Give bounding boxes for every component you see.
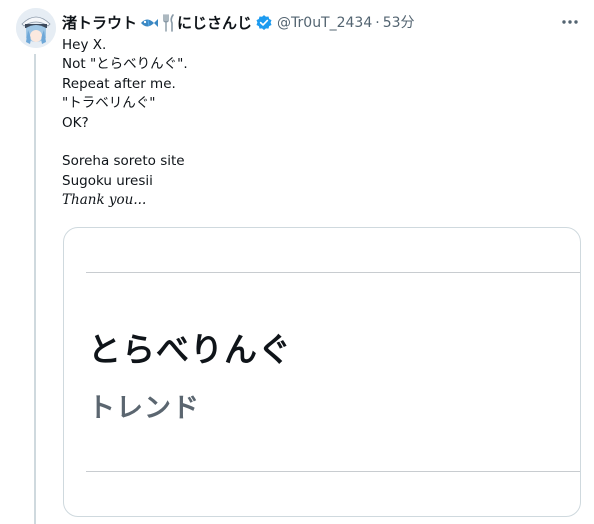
trend-title: とらべりんぐ	[88, 330, 292, 369]
attached-image[interactable]: とらべりんぐ トレンド	[63, 227, 581, 517]
trend-label: トレンド	[88, 393, 200, 424]
fish-icon	[139, 15, 159, 31]
tweet-text-line: OK?	[62, 114, 89, 131]
tweet-text-line: "トラベリんぐ"	[62, 95, 156, 112]
author-display-name-suffix[interactable]: にじさんじ	[177, 13, 252, 33]
fork-knife-icon	[161, 14, 177, 32]
more-options-icon[interactable]	[560, 12, 580, 32]
verified-badge-icon	[255, 14, 273, 32]
author-display-name[interactable]: 渚トラウト	[62, 13, 137, 33]
tweet-text-line: Repeat after me.	[62, 75, 176, 92]
thread-line	[34, 54, 36, 524]
image-divider	[86, 272, 580, 273]
tweet-text-line: Not "とらべりんぐ".	[62, 56, 188, 73]
tweet-text-line: Soreha soreto site	[62, 153, 185, 170]
header-separator: ·	[375, 15, 380, 31]
tweet-text-line: Thank you...	[62, 192, 147, 209]
tweet-text-line	[62, 133, 188, 152]
author-handle[interactable]: @Tr0uT_2434	[277, 13, 372, 33]
avatar-icon	[16, 8, 56, 48]
tweet-timestamp[interactable]: 53分	[383, 13, 415, 33]
tweet-text: Hey X. Not "とらべりんぐ". Repeat after me. "ト…	[62, 36, 188, 211]
image-divider	[86, 471, 580, 472]
tweet-header: 渚トラウト にじさんじ @Tr0uT_2434 · 53分	[62, 11, 582, 35]
author-avatar[interactable]	[16, 8, 56, 48]
tweet-text-line: Sugoku uresii	[62, 172, 153, 189]
tweet-text-line: Hey X.	[62, 37, 107, 53]
